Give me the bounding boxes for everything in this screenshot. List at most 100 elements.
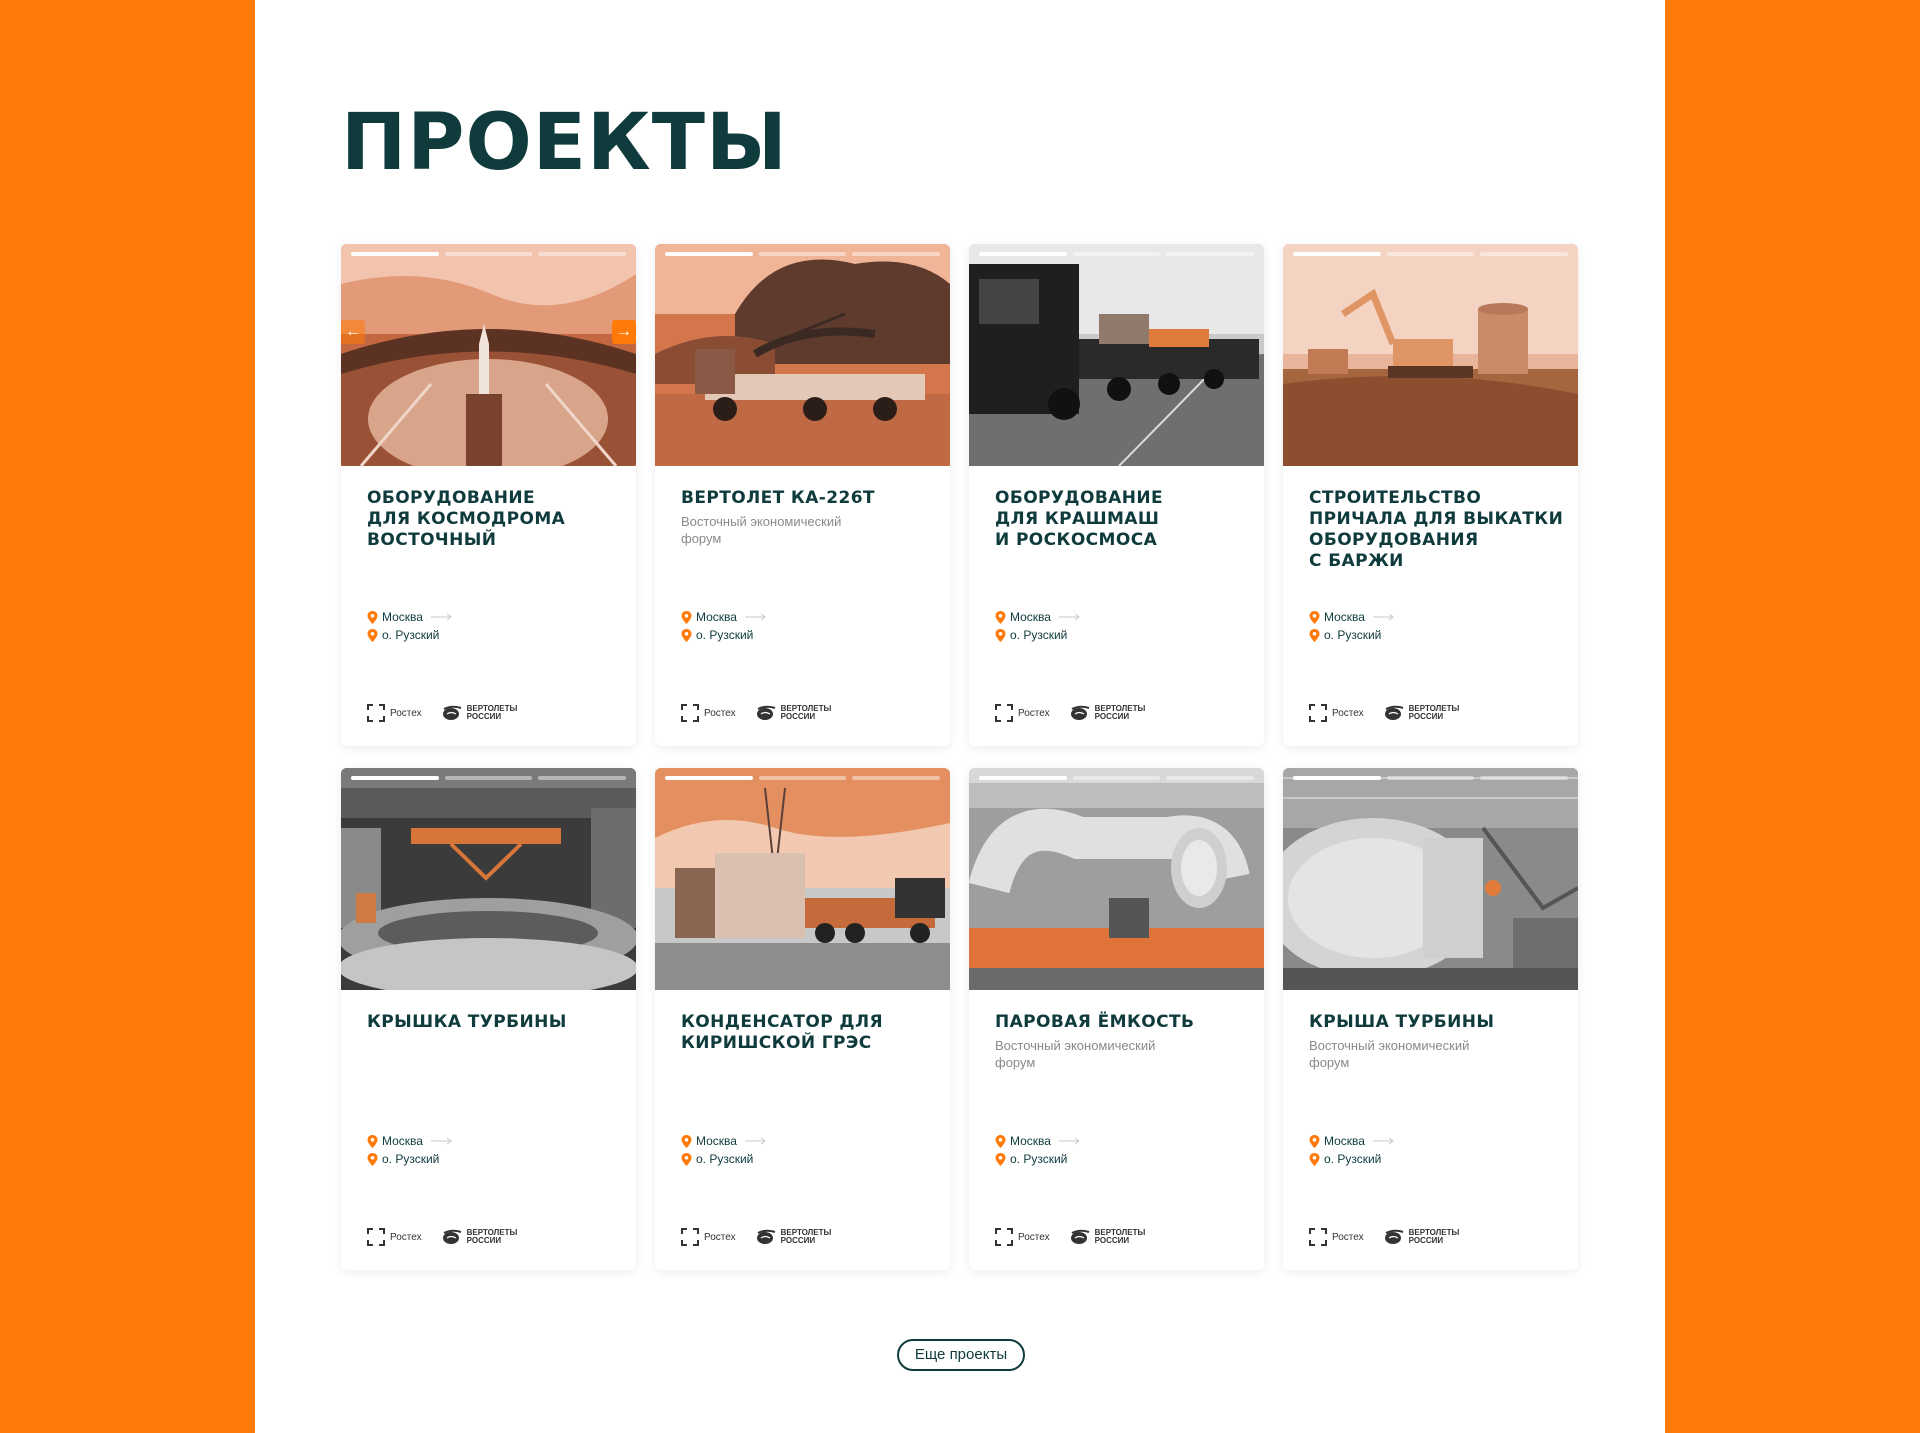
partner-name: Ростех	[390, 707, 422, 719]
project-card-6[interactable]: КОНДЕНСАТОР ДЛЯ КИРИШСКОЙ ГРЭС Москва о.…	[655, 768, 950, 1270]
project-title[interactable]: ПАРОВАЯ ЁМКОСТЬ	[995, 1012, 1250, 1033]
slider-prev-button[interactable]: ←	[341, 320, 365, 344]
slider-progress	[1293, 252, 1569, 256]
projects-grid: ← → ОБОРУДОВАНИЕ ДЛЯ КОСМОДРОМА ВОСТОЧНЫЙ…	[341, 244, 1579, 1270]
russian-helicopters-logo: ВЕРТОЛЕТЫ РОССИИ	[442, 705, 523, 721]
slider-progress-segment[interactable]	[1072, 776, 1161, 780]
helicopter-logo-icon	[442, 705, 461, 720]
partner-logos: Ростех ВЕРТОЛЕТЫ РОССИИ	[1309, 1228, 1465, 1246]
route-info: Москва о. Рузский	[367, 608, 453, 644]
slider-progress-segment[interactable]	[665, 252, 753, 256]
location-pin-icon	[1309, 1152, 1320, 1166]
partner-name: ВЕРТОЛЕТЫ РОССИИ	[780, 1228, 832, 1245]
rostec-logo: Ростех	[681, 704, 736, 722]
slider-progress-segment[interactable]	[444, 776, 533, 780]
project-title[interactable]: СТРОИТЕЛЬСТВО ПРИЧАЛА ДЛЯ ВЫКАТКИ ОБОРУД…	[1309, 488, 1564, 572]
helicopter-logo-icon	[756, 1229, 775, 1244]
slider-progress	[351, 776, 627, 780]
slider-progress-segment[interactable]	[351, 252, 439, 256]
excavator-field-photo-illustration	[1283, 244, 1578, 466]
heavy-truck-convoy-photo[interactable]	[969, 244, 1264, 466]
slider-progress-segment[interactable]	[538, 776, 627, 780]
slider-progress-segment[interactable]	[758, 776, 847, 780]
arrow-right-icon	[1058, 613, 1080, 621]
condenser-transport-photo[interactable]	[655, 768, 950, 990]
slider-progress-segment[interactable]	[1293, 252, 1381, 256]
route-to: о. Рузский	[681, 1150, 767, 1168]
russian-helicopters-logo: ВЕРТОЛЕТЫ РОССИИ	[756, 1229, 837, 1245]
cosmodrome-launch-pad-photo[interactable]: ← →	[341, 244, 636, 466]
russian-helicopters-logo: ВЕРТОЛЕТЫ РОССИИ	[1070, 1229, 1151, 1245]
project-subtitle: Восточный экономический форум	[995, 1038, 1156, 1070]
more-projects-button[interactable]: Еще проекты	[897, 1339, 1025, 1371]
partner-logos: Ростех ВЕРТОЛЕТЫ РОССИИ	[367, 704, 523, 722]
slider-next-button[interactable]: →	[612, 320, 636, 344]
rostec-logo: Ростех	[367, 704, 422, 722]
route-from-label: Москва	[382, 610, 423, 624]
excavator-field-photo[interactable]	[1283, 244, 1578, 466]
project-title[interactable]: КОНДЕНСАТОР ДЛЯ КИРИШСКОЙ ГРЭС	[681, 1012, 936, 1054]
steam-vessel-photo[interactable]	[969, 768, 1264, 990]
route-to: о. Рузский	[681, 626, 767, 644]
russian-helicopters-logo: ВЕРТОЛЕТЫ РОССИИ	[442, 1229, 523, 1245]
slider-progress-segment[interactable]	[665, 776, 753, 780]
project-title[interactable]: ОБОРУДОВАНИЕ ДЛЯ КОСМОДРОМА ВОСТОЧНЫЙ	[367, 488, 622, 551]
route-to: о. Рузский	[995, 626, 1081, 644]
project-card-3[interactable]: ОБОРУДОВАНИЕ ДЛЯ КРАШМАШ И РОСКОСМОСА Мо…	[969, 244, 1264, 746]
location-pin-icon	[367, 1152, 378, 1166]
turbine-roof-factory-photo[interactable]	[1283, 768, 1578, 990]
slider-progress-segment[interactable]	[852, 252, 941, 256]
partner-name: Ростех	[1018, 707, 1050, 719]
slider-progress-segment[interactable]	[1166, 776, 1255, 780]
slider-progress-segment[interactable]	[1480, 776, 1569, 780]
turbine-cover-workshop-photo[interactable]	[341, 768, 636, 990]
route-to: о. Рузский	[1309, 1150, 1395, 1168]
slider-progress-segment[interactable]	[1386, 252, 1475, 256]
project-card-2[interactable]: ВЕРТОЛЕТ КА-226Т Восточный экономический…	[655, 244, 950, 746]
arrow-right-icon	[1058, 1137, 1080, 1145]
slider-progress-segment[interactable]	[351, 776, 439, 780]
slider-progress-segment[interactable]	[1293, 776, 1381, 780]
slider-progress-segment[interactable]	[444, 252, 533, 256]
project-card-4[interactable]: СТРОИТЕЛЬСТВО ПРИЧАЛА ДЛЯ ВЫКАТКИ ОБОРУД…	[1283, 244, 1578, 746]
arrow-right-icon	[744, 1137, 766, 1145]
project-card-8[interactable]: КРЫША ТУРБИНЫ Восточный экономический фо…	[1283, 768, 1578, 1270]
route-to: о. Рузский	[1309, 626, 1395, 644]
slider-progress	[979, 776, 1255, 780]
project-card-1[interactable]: ← → ОБОРУДОВАНИЕ ДЛЯ КОСМОДРОМА ВОСТОЧНЫЙ…	[341, 244, 636, 746]
partner-name: Ростех	[390, 1231, 422, 1243]
rostec-logo-icon	[367, 1228, 385, 1246]
helicopter-on-truck-photo[interactable]	[655, 244, 950, 466]
turbine-roof-factory-photo-illustration	[1283, 768, 1578, 990]
arrow-right-icon	[744, 613, 766, 621]
route-to-label: о. Рузский	[1010, 1152, 1068, 1166]
project-title[interactable]: ВЕРТОЛЕТ КА-226Т	[681, 488, 936, 509]
turbine-cover-workshop-photo-illustration	[341, 768, 636, 990]
route-from: Москва	[367, 1132, 453, 1150]
route-info: Москва о. Рузский	[681, 1132, 767, 1168]
project-card-5[interactable]: КРЫШКА ТУРБИНЫ Москва о. Рузский Ростех	[341, 768, 636, 1270]
location-pin-icon	[681, 628, 692, 642]
partner-logos: Ростех ВЕРТОЛЕТЫ РОССИИ	[681, 704, 837, 722]
slider-progress-segment[interactable]	[1072, 252, 1161, 256]
location-pin-icon	[1309, 1134, 1320, 1148]
slider-progress-segment[interactable]	[1386, 776, 1475, 780]
slider-progress-segment[interactable]	[979, 776, 1067, 780]
slider-progress-segment[interactable]	[758, 252, 847, 256]
partner-name: ВЕРТОЛЕТЫ РОССИИ	[780, 704, 832, 721]
rostec-logo: Ростех	[1309, 1228, 1364, 1246]
route-from: Москва	[995, 1132, 1081, 1150]
helicopter-logo-icon	[1070, 1229, 1089, 1244]
slider-progress-segment[interactable]	[1480, 252, 1569, 256]
slider-progress-segment[interactable]	[1166, 252, 1255, 256]
slider-progress-segment[interactable]	[852, 776, 941, 780]
slider-progress	[1293, 776, 1569, 780]
project-title[interactable]: КРЫША ТУРБИНЫ	[1309, 1012, 1564, 1033]
slider-progress-segment[interactable]	[538, 252, 627, 256]
project-title[interactable]: ОБОРУДОВАНИЕ ДЛЯ КРАШМАШ И РОСКОСМОСА	[995, 488, 1250, 551]
project-title[interactable]: КРЫШКА ТУРБИНЫ	[367, 1012, 622, 1033]
route-to-label: о. Рузский	[696, 628, 754, 642]
partner-name: Ростех	[1332, 707, 1364, 719]
project-card-7[interactable]: ПАРОВАЯ ЁМКОСТЬ Восточный экономический …	[969, 768, 1264, 1270]
slider-progress-segment[interactable]	[979, 252, 1067, 256]
